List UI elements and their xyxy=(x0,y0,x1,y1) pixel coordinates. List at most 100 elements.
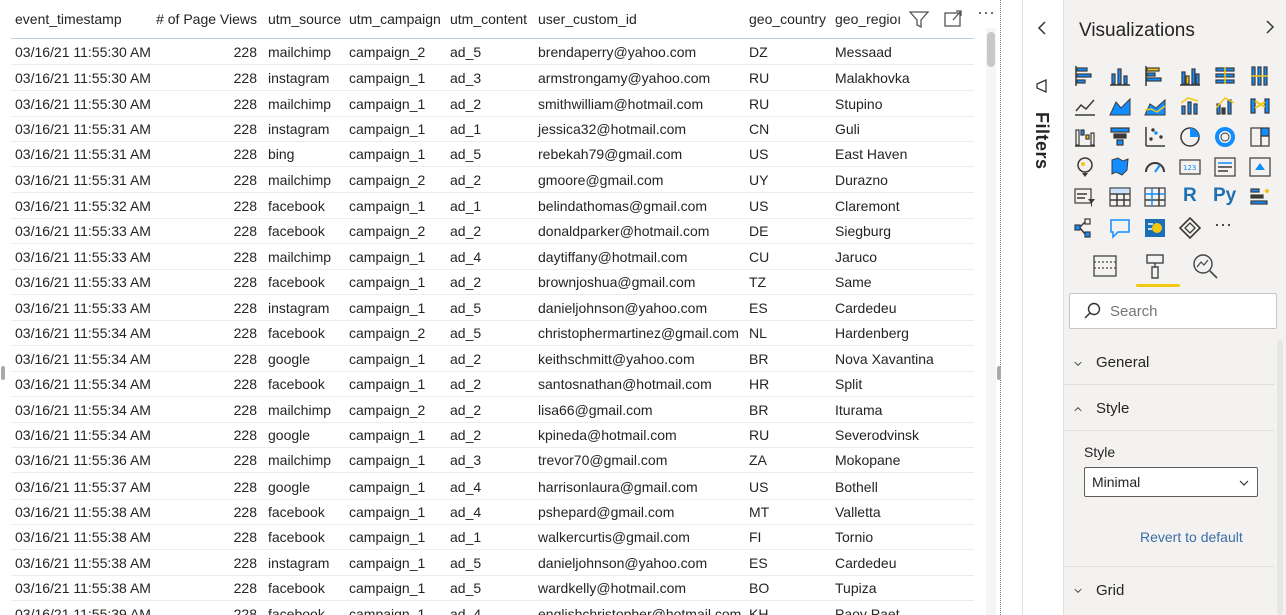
column-header[interactable]: utm_campaign xyxy=(349,11,441,27)
card-icon[interactable]: 123 xyxy=(1178,155,1202,179)
table-scroll-track[interactable] xyxy=(986,28,996,615)
filled-map-icon[interactable] xyxy=(1108,155,1132,179)
table-row[interactable]: 03/16/21 11:55:30 AM 228 mailchimp campaign… xyxy=(11,39,974,65)
clustered-bar-icon[interactable] xyxy=(1143,64,1167,88)
table-scrollbar[interactable] xyxy=(987,32,995,67)
table-row[interactable]: 03/16/21 11:55:34 AM 228 google campaign_1 a… xyxy=(11,346,974,372)
format-paint-roller-icon[interactable] xyxy=(1141,252,1169,280)
100-column-icon[interactable] xyxy=(1248,64,1272,88)
table-row[interactable]: 03/16/21 11:55:34 AM 228 mailchimp campaign… xyxy=(11,397,974,423)
focus-mode-icon[interactable] xyxy=(942,8,964,30)
funnel-icon[interactable] xyxy=(1108,125,1132,149)
table-row[interactable]: 03/16/21 11:55:38 AM 228 facebook campaign_… xyxy=(11,499,974,525)
pane-scrollbar[interactable] xyxy=(1277,340,1283,615)
matrix-icon[interactable] xyxy=(1143,185,1167,209)
column-header[interactable]: geo_regioı xyxy=(835,11,901,27)
kpi-icon[interactable] xyxy=(1248,155,1272,179)
table-cell: 03/16/21 11:55:34 AM xyxy=(15,427,151,443)
section-grid[interactable]: Grid xyxy=(1064,568,1274,612)
column-header[interactable]: geo_country xyxy=(749,11,826,27)
multirow-card-icon[interactable] xyxy=(1213,155,1237,179)
clustered-column-icon[interactable] xyxy=(1178,64,1202,88)
donut-icon[interactable] xyxy=(1213,125,1237,149)
format-search-box[interactable] xyxy=(1069,293,1277,329)
table-row[interactable]: 03/16/21 11:55:31 AM 228 mailchimp campaign… xyxy=(11,167,974,193)
smart-narrative-icon[interactable] xyxy=(1143,216,1167,240)
table-row[interactable]: 03/16/21 11:55:33 AM 228 mailchimp campaign… xyxy=(11,244,974,270)
column-header[interactable]: user_custom_id xyxy=(538,11,637,27)
area-chart-icon[interactable] xyxy=(1108,94,1132,118)
table-row[interactable]: 03/16/21 11:55:34 AM 228 facebook campaign_… xyxy=(11,371,974,397)
slicer-icon[interactable] xyxy=(1073,185,1097,209)
table-row[interactable]: 03/16/21 11:55:38 AM 228 facebook campaign_… xyxy=(11,575,974,601)
table-row[interactable]: 03/16/21 11:55:34 AM 228 facebook campaign_… xyxy=(11,320,974,346)
column-header[interactable]: # of Page Views xyxy=(155,11,257,27)
decomposition-tree-icon[interactable] xyxy=(1073,216,1097,240)
chevron-down-icon xyxy=(1239,480,1249,486)
analytics-magnifier-icon[interactable] xyxy=(1191,252,1219,280)
key-influencers-icon[interactable] xyxy=(1248,185,1272,209)
chevron-up-icon xyxy=(1074,407,1082,412)
table-row[interactable]: 03/16/21 11:55:39 AM 228 facebook campaign_… xyxy=(11,601,974,615)
section-style[interactable]: Style xyxy=(1064,386,1274,430)
python-visual-icon[interactable]: Py xyxy=(1213,185,1237,209)
waterfall-icon[interactable] xyxy=(1073,125,1097,149)
revert-to-default-link[interactable]: Revert to default xyxy=(1140,529,1243,545)
section-general[interactable]: General xyxy=(1064,340,1274,385)
more-options-icon[interactable]: ··· xyxy=(977,2,995,23)
table-row[interactable]: 03/16/21 11:55:30 AM 228 mailchimp campaign… xyxy=(11,91,974,117)
right-resize-handle[interactable] xyxy=(997,366,1001,380)
table-row[interactable]: 03/16/21 11:55:38 AM 228 instagram campaign… xyxy=(11,550,974,576)
format-search-input[interactable] xyxy=(1110,294,1270,328)
line-chart-icon[interactable] xyxy=(1073,94,1097,118)
column-header[interactable]: utm_content xyxy=(450,11,527,27)
filter-icon[interactable] xyxy=(908,8,930,30)
table-row[interactable]: 03/16/21 11:55:31 AM 228 instagram campaign… xyxy=(11,116,974,142)
table-cell: 03/16/21 11:55:38 AM xyxy=(15,580,151,596)
style-dropdown[interactable]: Minimal xyxy=(1084,467,1258,497)
column-header[interactable]: utm_source xyxy=(268,11,341,27)
table-cell: campaign_1 xyxy=(349,376,426,392)
table-icon[interactable] xyxy=(1108,185,1132,209)
table-cell: Guli xyxy=(835,121,860,137)
table-row[interactable]: 03/16/21 11:55:37 AM 228 google campaign_1 a… xyxy=(11,474,974,500)
fields-icon[interactable] xyxy=(1091,252,1119,280)
line-clustered-icon[interactable] xyxy=(1213,94,1237,118)
100-bar-icon[interactable] xyxy=(1213,64,1237,88)
table-row[interactable]: 03/16/21 11:55:31 AM 228 bing campaign_1 ad_… xyxy=(11,141,974,167)
table-row[interactable]: 03/16/21 11:55:33 AM 228 instagram campaign… xyxy=(11,295,974,321)
column-header[interactable]: event_timestamp xyxy=(15,11,122,27)
chevron-right-icon[interactable] xyxy=(1262,19,1278,35)
r-visual-icon[interactable]: R xyxy=(1178,185,1202,209)
table-row[interactable]: 03/16/21 11:55:38 AM 228 facebook campaign_… xyxy=(11,524,974,550)
table-cell: ES xyxy=(749,555,768,571)
table-row[interactable]: 03/16/21 11:55:33 AM 228 facebook campaign_… xyxy=(11,218,974,244)
stacked-bar-icon[interactable] xyxy=(1073,64,1097,88)
line-column-icon[interactable] xyxy=(1178,94,1202,118)
gauge-icon[interactable] xyxy=(1143,155,1167,179)
map-icon[interactable] xyxy=(1073,155,1097,179)
table-cell: US xyxy=(749,479,769,495)
table-cell: 228 xyxy=(233,325,257,341)
table-cell: campaign_1 xyxy=(349,427,426,443)
power-apps-icon[interactable] xyxy=(1178,216,1202,240)
treemap-icon[interactable] xyxy=(1248,125,1272,149)
left-resize-handle[interactable] xyxy=(1,366,5,380)
table-row[interactable]: 03/16/21 11:55:34 AM 228 google campaign_1 a… xyxy=(11,422,974,448)
table-row[interactable]: 03/16/21 11:55:36 AM 228 mailchimp campaign… xyxy=(11,447,974,473)
chevron-left-icon[interactable] xyxy=(1035,20,1051,36)
stacked-area-icon[interactable] xyxy=(1143,94,1167,118)
table-row[interactable]: 03/16/21 11:55:32 AM 228 facebook campaign_… xyxy=(11,193,974,219)
scatter-icon[interactable] xyxy=(1143,125,1167,149)
stacked-column-icon[interactable] xyxy=(1108,64,1132,88)
table-row[interactable]: 03/16/21 11:55:30 AM 228 instagram campaign… xyxy=(11,65,974,91)
table-cell: 228 xyxy=(233,172,257,188)
more-visuals-icon[interactable]: ··· xyxy=(1213,214,1237,240)
ribbon-chart-icon[interactable] xyxy=(1248,94,1272,118)
filters-label[interactable]: Filters xyxy=(1031,112,1052,170)
table-row[interactable]: 03/16/21 11:55:33 AM 228 facebook campaign_… xyxy=(11,269,974,295)
qa-icon[interactable] xyxy=(1108,216,1132,240)
table-visual[interactable]: event_timestamp # of Page Views utm_source… xyxy=(5,0,1001,615)
table-cell: campaign_1 xyxy=(349,529,426,545)
pie-icon[interactable] xyxy=(1178,125,1202,149)
